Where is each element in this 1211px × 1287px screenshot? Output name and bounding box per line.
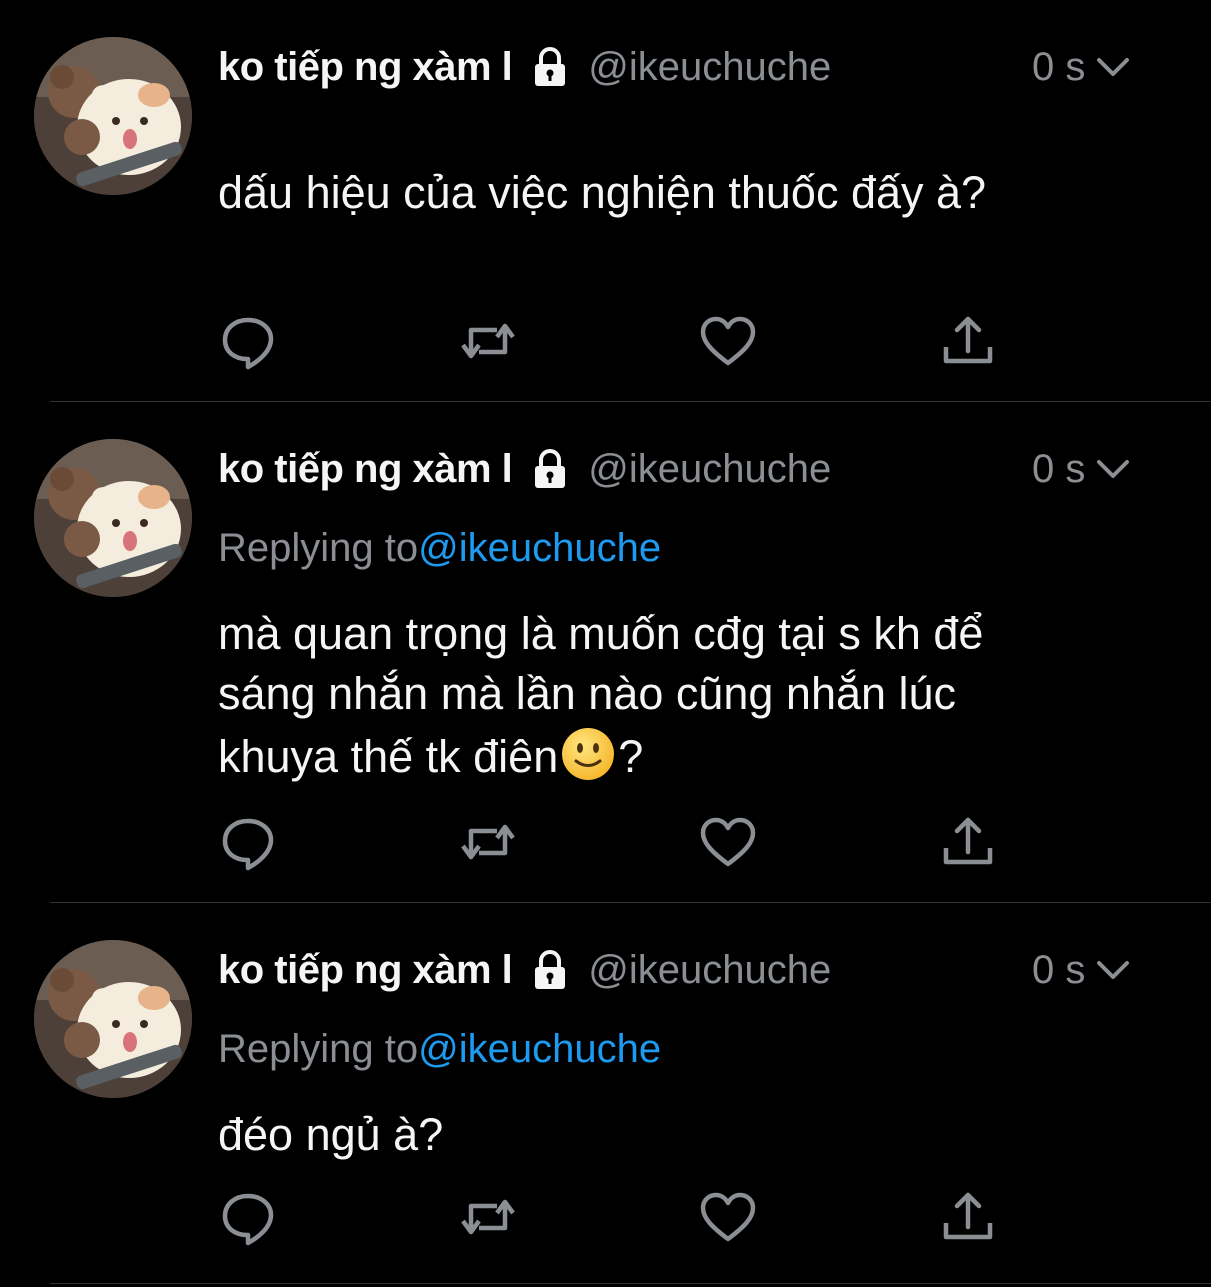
timestamp[interactable]: 0 s: [1032, 447, 1085, 492]
tweet-text-line: sáng nhắn mà lần nào cũng nhắn lúc: [218, 668, 957, 719]
tweet-actions: [218, 1187, 1018, 1247]
replying-to: Replying to@ikeuchuche: [218, 1027, 661, 1072]
handle[interactable]: @ikeuchuche: [588, 948, 831, 993]
divider: [50, 1283, 1211, 1284]
share-icon: [943, 316, 993, 364]
tweet[interactable]: ko tiếp ng xàm l @ikeuchuche 0 s Replyin…: [0, 903, 1211, 1283]
tweet-actions: [218, 812, 1018, 872]
chevron-down-icon[interactable]: [1093, 47, 1133, 87]
reply-button[interactable]: [218, 812, 278, 872]
reply-icon: [222, 1193, 274, 1246]
retweet-icon: [461, 824, 515, 860]
replying-to: Replying to@ikeuchuche: [218, 526, 661, 571]
tweet[interactable]: ko tiếp ng xàm l @ikeuchuche 0 s dấu hiệ…: [0, 0, 1211, 401]
reply-icon: [222, 317, 274, 370]
tweet-text-line: khuya thế tk điên: [218, 731, 559, 782]
retweet-icon: [461, 1199, 515, 1235]
display-name[interactable]: ko tiếp ng xàm l: [218, 948, 513, 993]
share-button[interactable]: [938, 311, 998, 371]
replying-prefix: Replying to: [218, 526, 419, 570]
share-icon: [943, 817, 993, 865]
reply-button[interactable]: [218, 1187, 278, 1247]
share-icon: [943, 1192, 993, 1240]
timestamp[interactable]: 0 s: [1032, 45, 1085, 90]
lock-icon: [535, 449, 566, 488]
share-button[interactable]: [938, 1187, 998, 1247]
retweet-icon: [461, 323, 515, 359]
avatar-image: [34, 439, 192, 597]
share-button[interactable]: [938, 812, 998, 872]
tweet[interactable]: ko tiếp ng xàm l @ikeuchuche 0 s Replyin…: [0, 402, 1211, 901]
replying-prefix: Replying to: [218, 1027, 419, 1071]
lock-icon: [535, 950, 566, 989]
retweet-button[interactable]: [458, 812, 518, 872]
tweet-text-line: đéo ngủ à?: [218, 1109, 444, 1160]
heart-icon: [700, 316, 756, 366]
tweet-text-line: dấu hiệu của việc nghiện thuốc đấy à?: [218, 167, 987, 218]
tweet-text: dấu hiệu của việc nghiện thuốc đấy à?: [218, 163, 1178, 223]
like-button[interactable]: [698, 812, 758, 872]
handle[interactable]: @ikeuchuche: [588, 447, 831, 492]
timestamp[interactable]: 0 s: [1032, 948, 1085, 993]
avatar[interactable]: [34, 37, 192, 195]
tweet-actions: [218, 311, 1018, 371]
like-button[interactable]: [698, 1187, 758, 1247]
heart-icon: [700, 1192, 756, 1242]
reply-mention-link[interactable]: @ikeuchuche: [418, 526, 661, 570]
reply-button[interactable]: [218, 311, 278, 371]
chevron-down-icon[interactable]: [1093, 950, 1133, 990]
lock-icon: [535, 47, 566, 86]
reply-mention-link[interactable]: @ikeuchuche: [418, 1027, 661, 1071]
avatar-image: [34, 37, 192, 195]
like-button[interactable]: [698, 311, 758, 371]
avatar-image: [34, 940, 192, 1098]
retweet-button[interactable]: [458, 1187, 518, 1247]
tweet-text-line-last: khuya thế tk điên ?: [218, 724, 1178, 787]
slightly-smiling-face-icon: [562, 728, 615, 780]
heart-icon: [700, 817, 756, 867]
display-name[interactable]: ko tiếp ng xàm l: [218, 45, 513, 90]
reply-icon: [222, 818, 274, 871]
tweet-text-line: mà quan trọng là muốn cđg tại s kh để: [218, 608, 984, 659]
display-name[interactable]: ko tiếp ng xàm l: [218, 447, 513, 492]
retweet-button[interactable]: [458, 311, 518, 371]
tweet-text: mà quan trọng là muốn cđg tại s kh để sá…: [218, 604, 1178, 787]
chevron-down-icon[interactable]: [1093, 449, 1133, 489]
handle[interactable]: @ikeuchuche: [588, 45, 831, 90]
tweet-text-suffix: ?: [618, 731, 644, 782]
avatar[interactable]: [34, 439, 192, 597]
avatar[interactable]: [34, 940, 192, 1098]
tweet-text: đéo ngủ à?: [218, 1105, 1178, 1165]
